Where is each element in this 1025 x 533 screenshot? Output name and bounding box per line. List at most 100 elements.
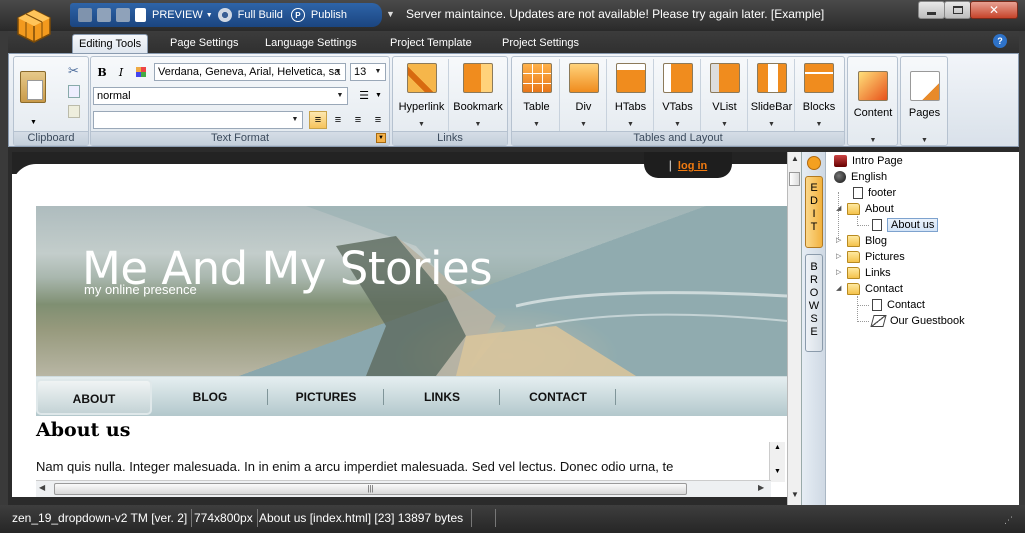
list-button[interactable]: ☰ xyxy=(355,87,373,105)
editor-vertical-scrollbar[interactable]: ▲ ▼ xyxy=(787,152,801,505)
tables-layout-group: Table ▼ Div ▼ HTabs ▼ VTabs ▼ VList ▼ Sl… xyxy=(511,56,845,146)
intro-icon xyxy=(834,155,847,167)
preview-dropdown-icon[interactable]: ▼ xyxy=(206,12,213,19)
collapsed-triangle-icon[interactable]: ▷ xyxy=(836,233,845,249)
new-page-icon[interactable] xyxy=(135,8,146,22)
table-button[interactable]: Table ▼ xyxy=(514,59,560,131)
tree-item-footer[interactable]: footer xyxy=(842,185,896,201)
page-heading[interactable]: About us xyxy=(36,419,130,441)
scroll-right-icon[interactable]: ▶ xyxy=(758,483,764,492)
browse-mode-tab[interactable]: BROWSE xyxy=(805,254,823,352)
expanded-triangle-icon[interactable]: ◢ xyxy=(836,281,845,297)
close-button[interactable]: ✕ xyxy=(970,1,1018,19)
tab-project-settings[interactable]: Project Settings xyxy=(496,34,585,54)
gear-icon xyxy=(217,8,232,22)
tree-item-contact-folder[interactable]: ◢ Contact xyxy=(836,281,903,297)
minimize-button[interactable] xyxy=(918,1,945,19)
full-build-button[interactable]: Full Build xyxy=(238,9,283,21)
page-editor-canvas[interactable]: | log in Me And My Stories my online pre… xyxy=(12,152,787,497)
status-bar: zen_19_dropdown-v2 TM [ver. 2] 774x800px… xyxy=(0,505,1025,533)
resize-grip-icon[interactable]: ⋰ xyxy=(1004,515,1013,526)
save-icon[interactable] xyxy=(78,8,92,22)
collapsed-triangle-icon[interactable]: ▷ xyxy=(836,249,845,265)
tab-editing-tools[interactable]: Editing Tools xyxy=(72,34,149,54)
tree-item-intro-page[interactable]: Intro Page xyxy=(832,153,903,169)
chevron-down-icon: ▼ xyxy=(921,137,928,144)
paste-special-icon[interactable] xyxy=(68,105,80,118)
nav-item-pictures[interactable]: PICTURES xyxy=(268,379,384,415)
italic-button[interactable]: I xyxy=(112,63,130,81)
tree-item-english[interactable]: English xyxy=(832,169,887,185)
customize-toolbar-icon[interactable]: ▼ xyxy=(386,9,395,19)
align-right-button[interactable]: ≡ xyxy=(349,111,367,129)
scroll-left-icon[interactable]: ◀ xyxy=(39,483,45,492)
collapsed-triangle-icon[interactable]: ▷ xyxy=(836,265,845,281)
tree-item-label: Contact xyxy=(887,299,925,311)
align-justify-button[interactable]: ≡ xyxy=(369,111,387,129)
tree-item-about-us[interactable]: About us xyxy=(870,217,939,233)
css-class-select[interactable]: ▼ xyxy=(93,111,303,129)
list-dropdown-icon[interactable]: ▼ xyxy=(375,92,382,99)
page-body-text[interactable]: Nam quis nulla. Integer malesuada. In in… xyxy=(36,459,771,479)
tab-project-template[interactable]: Project Template xyxy=(384,34,478,54)
scroll-up-icon[interactable]: ▲ xyxy=(791,154,799,163)
content-horizontal-scrollbar[interactable]: ◀ ||| ▶ xyxy=(36,480,771,497)
preview-button[interactable]: PREVIEW xyxy=(152,9,203,21)
pages-button[interactable]: Pages ▼ xyxy=(902,59,947,145)
chevron-down-icon: ▼ xyxy=(627,121,634,128)
horizontal-scroll-thumb[interactable]: ||| xyxy=(54,483,687,495)
text-format-group: B I Verdana, Geneva, Arial, Helvetica, s… xyxy=(90,56,390,146)
hyperlink-button[interactable]: Hyperlink ▼ xyxy=(395,59,449,131)
tree-item-blog[interactable]: ▷ Blog xyxy=(836,233,887,249)
bold-button[interactable]: B xyxy=(93,63,111,81)
expanded-triangle-icon[interactable]: ◢ xyxy=(836,201,845,217)
status-empty-cell xyxy=(471,509,496,527)
vlist-button[interactable]: VList ▼ xyxy=(702,59,748,131)
edit-mode-tab[interactable]: EDIT xyxy=(805,176,823,248)
nav-item-about[interactable]: ABOUT xyxy=(36,379,152,415)
slidebar-button[interactable]: SlideBar ▼ xyxy=(749,59,795,131)
vtabs-button[interactable]: VTabs ▼ xyxy=(655,59,701,131)
paragraph-style-select[interactable]: normal ▼ xyxy=(93,87,348,105)
tree-item-label: Pictures xyxy=(865,251,905,263)
nav-item-links[interactable]: LINKS xyxy=(384,379,500,415)
copy-icon[interactable] xyxy=(68,85,80,98)
tree-item-pictures[interactable]: ▷ Pictures xyxy=(836,249,905,265)
font-family-select[interactable]: Verdana, Geneva, Arial, Helvetica, sa ▼ xyxy=(154,63,346,81)
paste-dropdown-icon[interactable]: ▼ xyxy=(30,119,37,126)
nav-item-blog[interactable]: BLOG xyxy=(152,379,268,415)
paste-button[interactable] xyxy=(20,71,46,103)
vertical-scroll-thumb[interactable] xyxy=(789,172,800,186)
maximize-button[interactable] xyxy=(944,1,971,19)
chevron-down-icon: ▼ xyxy=(674,121,681,128)
color-picker-button[interactable] xyxy=(132,63,150,81)
content-button[interactable]: Content ▼ xyxy=(849,59,897,145)
htabs-button[interactable]: HTabs ▼ xyxy=(608,59,654,131)
bookmark-button[interactable]: Bookmark ▼ xyxy=(450,59,506,131)
div-button[interactable]: Div ▼ xyxy=(561,59,607,131)
tab-language-settings[interactable]: Language Settings xyxy=(259,34,363,54)
login-link[interactable]: log in xyxy=(678,160,707,172)
publish-button[interactable]: Publish xyxy=(311,9,347,21)
header-banner-image: Me And My Stories my online presence xyxy=(36,206,787,376)
align-left-button[interactable]: ≡ xyxy=(309,111,327,129)
align-center-button[interactable]: ≡ xyxy=(329,111,347,129)
redo-icon[interactable] xyxy=(116,8,130,22)
app-logo-icon[interactable] xyxy=(14,6,54,46)
scroll-down-icon[interactable]: ▼ xyxy=(791,490,799,499)
blocks-button[interactable]: Blocks ▼ xyxy=(796,59,842,131)
tree-item-about[interactable]: ◢ About xyxy=(836,201,894,217)
font-size-select[interactable]: 13 ▼ xyxy=(350,63,386,81)
tree-item-our-guestbook[interactable]: Our Guestbook xyxy=(870,313,965,329)
panel-toggle-icon[interactable] xyxy=(807,156,821,170)
tree-item-links[interactable]: ▷ Links xyxy=(836,265,891,281)
content-vertical-scrollbar[interactable]: ▲ ▼ xyxy=(769,442,785,482)
nav-item-contact[interactable]: CONTACT xyxy=(500,379,616,415)
text-format-dialog-launcher-icon[interactable]: ▼ xyxy=(376,133,386,143)
tree-item-contact-page[interactable]: Contact xyxy=(870,297,925,313)
cut-icon[interactable]: ✂ xyxy=(68,63,79,79)
tab-page-settings[interactable]: Page Settings xyxy=(164,34,245,54)
status-template: zen_19_dropdown-v2 TM [ver. 2] xyxy=(8,509,193,527)
help-icon[interactable]: ? xyxy=(993,34,1007,48)
undo-icon[interactable] xyxy=(97,8,111,22)
